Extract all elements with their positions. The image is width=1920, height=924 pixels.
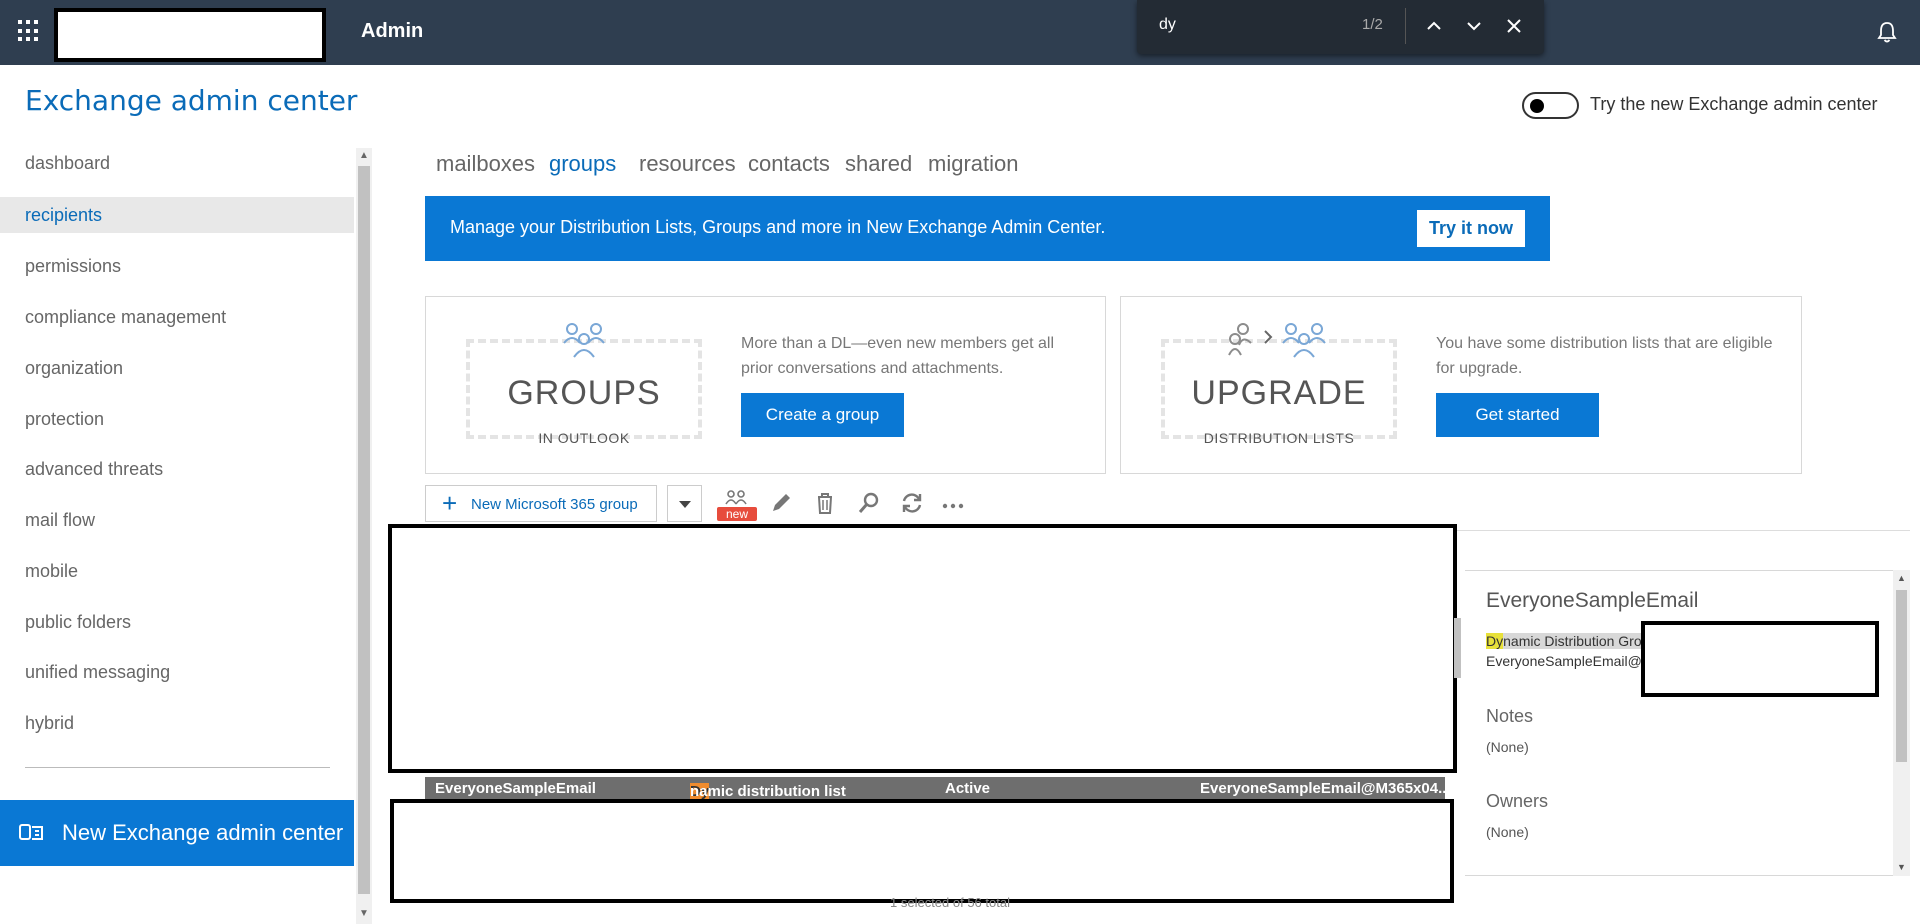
redacted-details [1641,621,1879,697]
close-icon[interactable] [1502,14,1526,38]
redacted-list-top [388,524,1457,773]
delete-trash-icon[interactable] [812,490,838,516]
toggle-knob [1530,99,1544,113]
list-scrollbar[interactable] [1450,570,1466,876]
refresh-icon[interactable] [899,490,925,516]
tab-migration[interactable]: migration [928,151,1018,177]
find-highlight: Dy [1486,633,1504,649]
new-dropdown-button[interactable] [667,485,702,522]
try-it-now-button[interactable]: Try it now [1417,210,1525,247]
sidebar-item-protection[interactable]: protection [0,401,354,437]
new-badge: new [717,507,757,521]
sidebar-item-recipients[interactable]: recipients [0,197,354,233]
people-group-icon [563,323,605,358]
new-group-label: New Microsoft 365 group [471,496,638,513]
scrollbar-thumb[interactable] [358,166,370,894]
sidebar-item-organization[interactable]: organization [0,350,354,386]
create-group-button[interactable]: Create a group [741,393,904,437]
caret-down-icon [679,501,691,508]
tab-mailboxes[interactable]: mailboxes [436,151,535,177]
notes-value: (None) [1486,739,1529,755]
notes-label: Notes [1486,706,1534,726]
tab-shared[interactable]: shared [845,151,912,177]
upgrade-card-subtitle: DISTRIBUTION LISTS [1203,430,1355,446]
app-launcher-icon[interactable] [16,18,42,44]
row-status: Active [945,780,991,797]
redacted-logo [54,8,326,62]
groups-card-subtitle: IN OUTLOOK [538,430,630,446]
row-type-rest: namic distribution list [690,783,846,800]
top-bar: Admin [0,0,1920,65]
scroll-down-icon[interactable]: ▼ [1897,862,1906,872]
page-title: Exchange admin center [25,84,358,117]
more-options-icon[interactable] [940,490,966,516]
new-microsoft-365-group-button[interactable]: + New Microsoft 365 group [425,485,657,522]
upgrade-card: UPGRADE DISTRIBUTION LISTS You have some… [1120,296,1802,474]
bell-icon[interactable] [1876,20,1898,44]
scrollbar-thumb[interactable] [1454,618,1461,678]
redacted-list-bottom [390,799,1454,903]
groups-card-description: More than a DL—even new members get all … [741,335,1055,377]
sidebar-item-public-folders[interactable]: public folders [0,604,354,640]
new-eac-button[interactable]: New Exchange admin center [0,800,354,866]
get-started-button[interactable]: Get started [1436,393,1599,437]
table-row-selected[interactable]: EveryoneSampleEmail Dy namic distribution… [425,777,1451,801]
details-type-rest: namic Distribution Group [1503,633,1658,649]
new-eac-toggle[interactable] [1522,92,1579,119]
scroll-up-icon[interactable]: ▲ [359,150,369,161]
sidebar-item-mobile[interactable]: mobile [0,553,354,589]
sidebar-item-dashboard[interactable]: dashboard [0,145,354,181]
sidebar-item-permissions[interactable]: permissions [0,248,354,284]
upgrade-people-icon [1228,323,1326,358]
sidebar-item-hybrid[interactable]: hybrid [0,705,354,741]
sidebar-item-advanced-threats[interactable]: advanced threats [0,451,354,487]
details-type: Dynamic Distribution Group [1486,633,1661,649]
sidebar-item-mail-flow[interactable]: mail flow [0,502,354,538]
tab-resources[interactable]: resources [639,151,736,177]
chevron-down-icon[interactable] [1462,14,1486,38]
chevron-up-icon[interactable] [1422,14,1446,38]
details-email: EveryoneSampleEmail@ [1486,653,1642,669]
owners-label: Owners [1486,791,1549,811]
scrollbar-thumb[interactable] [1896,590,1907,762]
row-name: EveryoneSampleEmail [435,780,596,797]
edit-pencil-icon[interactable] [768,490,794,516]
groups-card: GROUPS IN OUTLOOK More than a DL—even ne… [425,296,1106,474]
find-input[interactable]: dy [1159,16,1176,34]
new-eac-banner: Manage your Distribution Lists, Groups a… [425,196,1550,261]
tab-contacts[interactable]: contacts [748,151,830,177]
new-eac-label: New Exchange admin center [62,820,344,845]
plus-icon: + [442,488,458,518]
row-email: EveryoneSampleEmail@M365x04... [1200,780,1451,797]
new-eac-toggle-label: Try the new Exchange admin center [1590,94,1878,114]
sidebar-divider [25,767,330,768]
banner-text: Manage your Distribution Lists, Groups a… [450,217,1106,237]
groups-card-title: GROUPS [507,374,661,412]
search-icon[interactable] [856,490,882,516]
tab-groups[interactable]: groups [549,151,616,177]
app-title: Admin [361,20,424,42]
sidebar-item-compliance-management[interactable]: compliance management [0,299,354,335]
owners-value: (None) [1486,824,1529,840]
find-match-count: 1/2 [1362,16,1383,33]
upgrade-card-title: UPGRADE [1191,374,1367,412]
details-scrollbar[interactable]: ▲ ▼ [1893,570,1910,876]
exchange-icon [19,824,43,840]
list-status-footer: 1 selected of 56 total [890,895,1010,907]
details-name: EveryoneSampleEmail [1486,589,1699,612]
sidebar-scrollbar[interactable]: ▲ ▼ [356,148,372,924]
details-pane: EveryoneSampleEmail Dynamic Distribution… [1465,570,1895,876]
sidebar-item-unified-messaging[interactable]: unified messaging [0,654,354,690]
scroll-up-icon[interactable]: ▲ [1897,573,1906,583]
scroll-down-icon[interactable]: ▼ [359,908,369,919]
upgrade-card-description: You have some distribution lists that ar… [1436,335,1773,377]
find-separator [1405,8,1406,44]
find-bar: dy 1/2 [1137,0,1544,54]
